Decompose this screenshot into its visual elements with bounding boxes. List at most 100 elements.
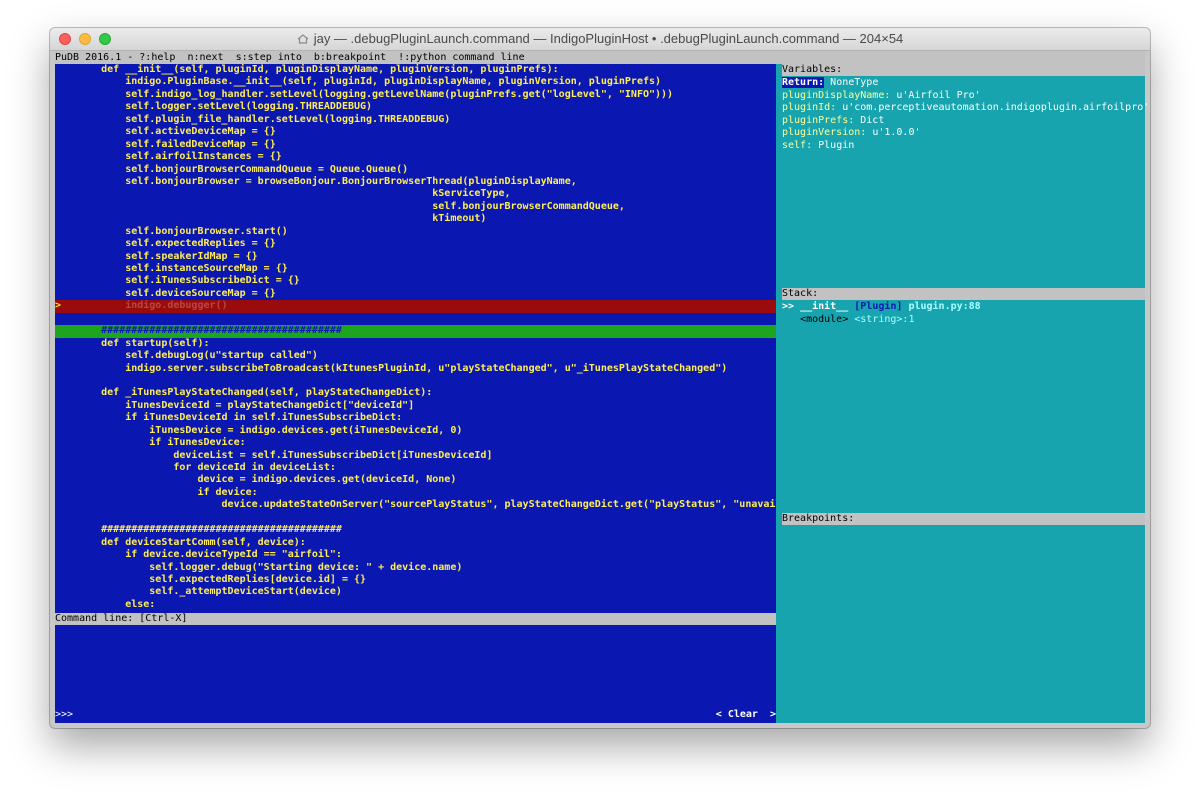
code-line[interactable] [55, 375, 776, 387]
variable-row[interactable]: pluginDisplayName: u'Airfoil Pro' [782, 90, 1145, 103]
line-marker [55, 151, 65, 163]
code-line[interactable]: else: [55, 599, 776, 611]
code-line[interactable]: deviceList = self.iTunesSubscribeDict[iT… [55, 450, 776, 462]
code-text: self.indigo_log_handler.setLevel(logging… [65, 88, 674, 100]
code-line[interactable]: self.expectedReplies[device.id] = {} [55, 574, 776, 586]
code-text: iTunesDeviceId = playStateChangeDict["de… [65, 399, 415, 411]
code-line[interactable]: self.bonjourBrowserCommandQueue, [55, 201, 776, 213]
terminal-window: jay — .debugPluginLaunch.command — Indig… [50, 28, 1150, 728]
window-title: jay — .debugPluginLaunch.command — Indig… [50, 28, 1150, 50]
code-line[interactable]: self.deviceSourceMap = {} [55, 288, 776, 300]
code-line[interactable]: def __init__(self, pluginId, pluginDispl… [55, 64, 776, 76]
line-marker [55, 126, 65, 138]
stack-frame[interactable]: <module> <string>:1 [782, 314, 1145, 327]
code-line[interactable]: if device.deviceTypeId == "airfoil": [55, 549, 776, 561]
code-line[interactable]: self.logger.setLevel(logging.THREADDEBUG… [55, 101, 776, 113]
line-marker [55, 275, 65, 287]
code-text: self.speakerIdMap = {} [65, 250, 258, 262]
code-line[interactable]: self.speakerIdMap = {} [55, 251, 776, 263]
code-line[interactable]: self.bonjourBrowser.start() [55, 226, 776, 238]
code-text: if device: [65, 486, 258, 498]
clear-button[interactable]: < Clear > [716, 709, 776, 721]
line-marker [55, 188, 65, 200]
code-line[interactable]: self.iTunesSubscribeDict = {} [55, 275, 776, 287]
code-text: def startup(self): [65, 337, 210, 349]
variable-row[interactable]: pluginVersion: u'1.0.0' [782, 127, 1145, 140]
code-text: ######################################## [65, 524, 342, 536]
title-bar[interactable]: jay — .debugPluginLaunch.command — Indig… [50, 28, 1150, 51]
code-line[interactable]: self.logger.debug("Starting device: " + … [55, 562, 776, 574]
command-line-pane[interactable]: >>> < Clear > [55, 625, 776, 723]
line-marker [55, 586, 65, 598]
code-line[interactable] [55, 512, 776, 524]
code-text: self.airfoilInstances = {} [65, 151, 282, 163]
code-line[interactable]: self.indigo_log_handler.setLevel(logging… [55, 89, 776, 101]
line-marker [55, 338, 65, 350]
code-line[interactable]: self.bonjourBrowserCommandQueue = Queue.… [55, 164, 776, 176]
breakpoint-line[interactable]: ######################################## [55, 325, 776, 338]
pudb-terminal[interactable]: PuDB 2016.1 - ?:help n:next s:step into … [55, 51, 1149, 723]
code-line[interactable]: if iTunesDevice: [55, 437, 776, 449]
code-line[interactable]: for deviceId in deviceList: [55, 462, 776, 474]
code-line[interactable]: self.activeDeviceMap = {} [55, 126, 776, 138]
window-title-text: jay — .debugPluginLaunch.command — Indig… [313, 31, 904, 46]
code-line[interactable]: self.airfoilInstances = {} [55, 151, 776, 163]
code-text: self.failedDeviceMap = {} [65, 138, 276, 150]
stack-frame[interactable]: >> __init__ [Plugin] plugin.py:88 [782, 301, 1145, 314]
stack-location: plugin.py:88 [902, 301, 981, 312]
code-line[interactable]: if device: [55, 487, 776, 499]
code-line[interactable]: ######################################## [55, 524, 776, 536]
code-line[interactable] [55, 313, 776, 325]
line-marker [55, 474, 65, 486]
code-line[interactable]: if iTunesDeviceId in self.iTunesSubscrib… [55, 412, 776, 424]
code-line[interactable]: iTunesDeviceId = playStateChangeDict["de… [55, 400, 776, 412]
code-line[interactable]: indigo.PluginBase.__init__(self, pluginI… [55, 76, 776, 88]
code-line[interactable]: self._attemptDeviceStart(device) [55, 586, 776, 598]
code-line[interactable]: self.plugin_file_handler.setLevel(loggin… [55, 114, 776, 126]
variable-value: u'com.perceptiveautomation.indigoplugin.… [836, 102, 1150, 113]
variable-value: Plugin [812, 139, 855, 151]
code-line[interactable]: device = indigo.devices.get(deviceId, No… [55, 474, 776, 486]
code-line[interactable]: indigo.server.subscribeToBroadcast(kItun… [55, 363, 776, 375]
line-marker [55, 512, 65, 524]
code-line[interactable]: self.instanceSourceMap = {} [55, 263, 776, 275]
inspector-panel: Variables: Return: NoneType pluginDisplay… [782, 64, 1149, 723]
code-line[interactable]: device.updateStateOnServer("sourcePlaySt… [55, 499, 776, 511]
code-text: if iTunesDevice: [65, 437, 246, 449]
variable-row[interactable]: self: Plugin [782, 140, 1145, 153]
home-folder-icon [297, 34, 309, 44]
current-line[interactable]: > indigo.debugger() [55, 300, 776, 313]
line-marker [55, 164, 65, 176]
command-prompt[interactable]: >>> [55, 709, 73, 721]
code-line[interactable]: def _iTunesPlayStateChanged(self, playSt… [55, 387, 776, 399]
variable-row[interactable]: pluginId: u'com.perceptiveautomation.ind… [782, 102, 1149, 115]
code-line[interactable]: self.debugLog(u"startup called") [55, 350, 776, 362]
stack-location: <string>:1 [848, 313, 915, 325]
code-text: self.bonjourBrowserCommandQueue, [65, 200, 625, 212]
code-text: ######################################## [65, 325, 342, 337]
variables-list[interactable]: Return: NoneType pluginDisplayName: u'Air… [782, 77, 1149, 153]
code-line[interactable]: kServiceType, [55, 188, 776, 200]
stack-list[interactable]: >> __init__ [Plugin] plugin.py:88 <modul… [782, 301, 1145, 326]
variable-row[interactable]: pluginPrefs: Dict [782, 115, 1145, 128]
variable-row[interactable]: Return: NoneType [782, 77, 1145, 90]
stack-header: Stack: [782, 288, 1145, 300]
code-text: if device.deviceTypeId == "airfoil": [65, 549, 342, 561]
code-text: self.bonjourBrowser.start() [65, 225, 288, 237]
variable-value: u'1.0.0' [866, 127, 921, 138]
line-marker [55, 288, 65, 300]
code-line[interactable]: def deviceStartComm(self, device): [55, 537, 776, 549]
line-marker [55, 313, 65, 325]
code-line[interactable]: self.expectedReplies = {} [55, 238, 776, 250]
source-code-pane[interactable]: def __init__(self, pluginId, pluginDispl… [55, 64, 776, 613]
code-text: self.logger.debug("Starting device: " + … [65, 561, 463, 573]
variable-value: Dict [854, 114, 885, 126]
code-line[interactable]: self.failedDeviceMap = {} [55, 139, 776, 151]
code-line[interactable]: kTimeout) [55, 213, 776, 225]
code-text: def deviceStartComm(self, device): [65, 536, 306, 548]
code-line[interactable]: self.bonjourBrowser = browseBonjour.Bonj… [55, 176, 776, 188]
code-line[interactable]: iTunesDevice = indigo.devices.get(iTunes… [55, 425, 776, 437]
code-text: indigo.server.subscribeToBroadcast(kItun… [65, 362, 728, 374]
code-text: indigo.debugger() [65, 300, 228, 312]
code-line[interactable]: def startup(self): [55, 338, 776, 350]
